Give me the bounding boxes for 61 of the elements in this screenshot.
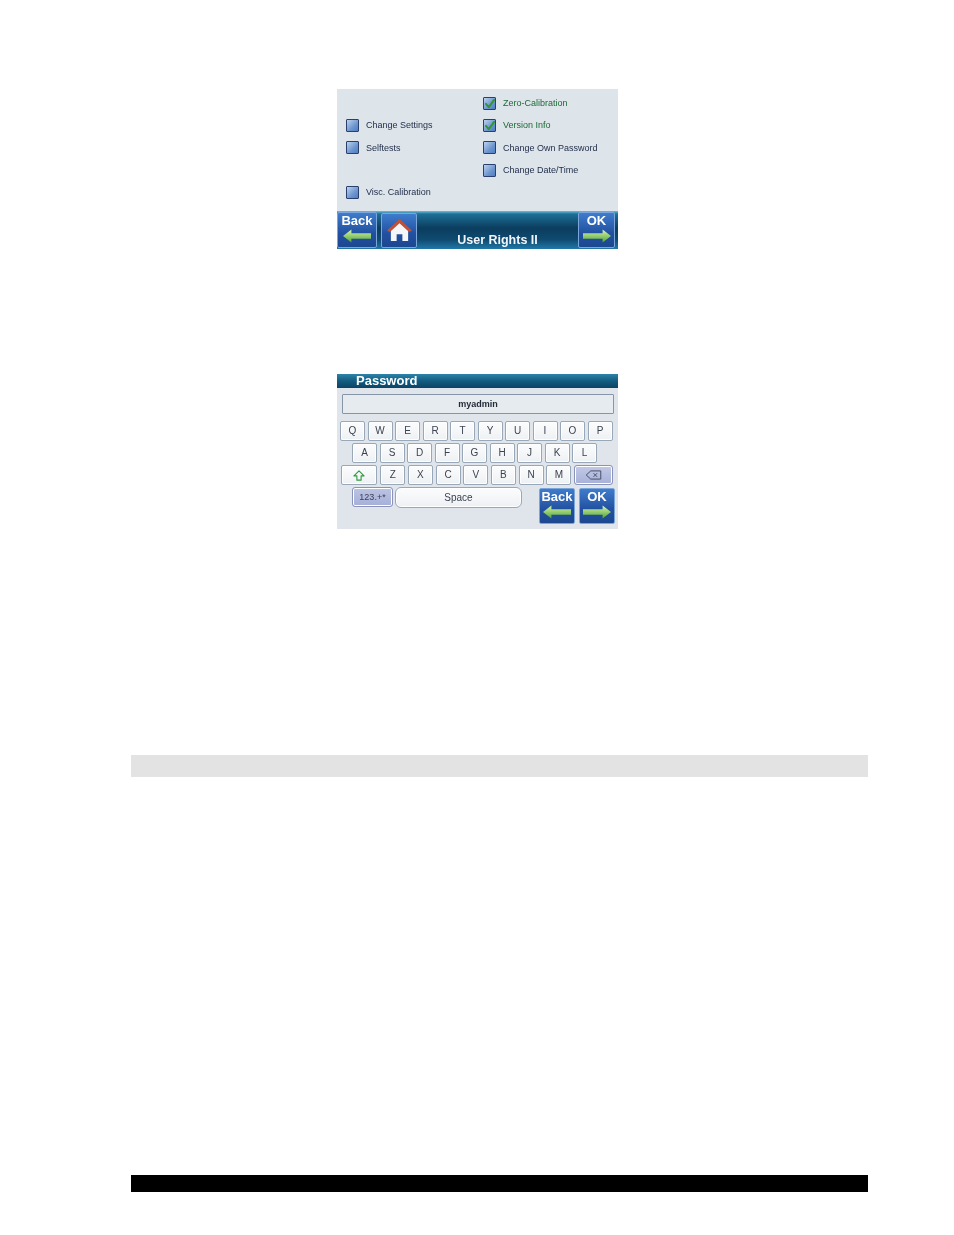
keyboard-key[interactable]: U — [505, 421, 530, 441]
keyboard-key[interactable]: H — [489, 443, 515, 463]
left-arrow-icon — [343, 229, 371, 243]
checkbox-label: Change Settings — [366, 120, 433, 131]
checkbox-label: Zero-Calibration — [503, 98, 568, 109]
keyboard-key[interactable]: Z — [380, 465, 406, 485]
checkbox[interactable] — [346, 185, 359, 199]
ok-button[interactable]: OK — [579, 488, 615, 524]
back-button[interactable]: Back — [337, 212, 377, 248]
keyboard-key[interactable]: B — [490, 465, 516, 485]
home-button[interactable] — [381, 213, 417, 248]
keyboard-key[interactable]: D — [407, 443, 432, 463]
left-arrow-icon — [543, 505, 571, 519]
keyboard-key[interactable]: S — [379, 443, 405, 463]
keyboard-key[interactable]: N — [518, 465, 544, 485]
space-key[interactable]: Space — [395, 487, 522, 508]
dialog-title: Password — [356, 374, 418, 388]
keyboard-key[interactable]: I — [532, 421, 558, 441]
keyboard-key[interactable]: E — [395, 421, 420, 441]
checkbox[interactable] — [483, 118, 496, 132]
keyboard-key[interactable]: X — [407, 465, 433, 485]
back-button[interactable]: Back — [539, 488, 575, 524]
checkbox[interactable] — [346, 141, 359, 155]
backspace-icon — [585, 470, 602, 480]
keyboard-key[interactable]: L — [572, 443, 597, 463]
checkbox-label: Change Own Password — [503, 142, 598, 153]
keyboard-key[interactable]: J — [517, 443, 542, 463]
checkbox-label: Version Info — [503, 120, 551, 131]
keyboard-key[interactable]: C — [435, 465, 461, 485]
keyboard-key[interactable]: R — [422, 421, 448, 441]
checkmark-icon — [484, 120, 495, 130]
checkbox[interactable] — [483, 96, 496, 110]
backspace-key[interactable] — [574, 465, 613, 485]
keyboard-key[interactable]: T — [450, 421, 475, 441]
keyboard-key[interactable]: Y — [477, 421, 503, 441]
checkbox-label: Visc. Calibration — [366, 187, 431, 198]
keyboard-key[interactable]: M — [546, 465, 572, 485]
checkbox-label: Selftests — [366, 142, 401, 153]
keyboard-key[interactable]: Q — [340, 421, 365, 441]
keyboard-key[interactable]: F — [434, 443, 460, 463]
keyboard-key[interactable]: P — [587, 421, 613, 441]
ok-button[interactable]: OK — [578, 212, 615, 248]
checkbox[interactable] — [483, 141, 496, 155]
checkbox[interactable] — [346, 118, 359, 132]
mode-key[interactable]: 123.+* — [352, 487, 393, 507]
keyboard-key[interactable]: O — [560, 421, 585, 441]
screen-title: User Rights II — [456, 233, 539, 249]
keyboard-key[interactable]: K — [544, 443, 570, 463]
keyboard-key[interactable]: V — [463, 465, 489, 485]
up-arrow-icon — [353, 469, 365, 481]
home-icon — [386, 219, 412, 242]
shift-key[interactable] — [341, 465, 377, 485]
checkmark-icon — [484, 98, 495, 108]
keyboard-key[interactable]: A — [352, 443, 377, 463]
right-arrow-icon — [583, 505, 611, 519]
checkbox-label: Change Date/Time — [503, 165, 579, 176]
keyboard-key[interactable]: G — [462, 443, 487, 463]
checkbox[interactable] — [483, 163, 496, 177]
keyboard-key[interactable]: W — [367, 421, 393, 441]
password-field[interactable]: myadmin — [342, 394, 614, 414]
right-arrow-icon — [582, 229, 611, 243]
